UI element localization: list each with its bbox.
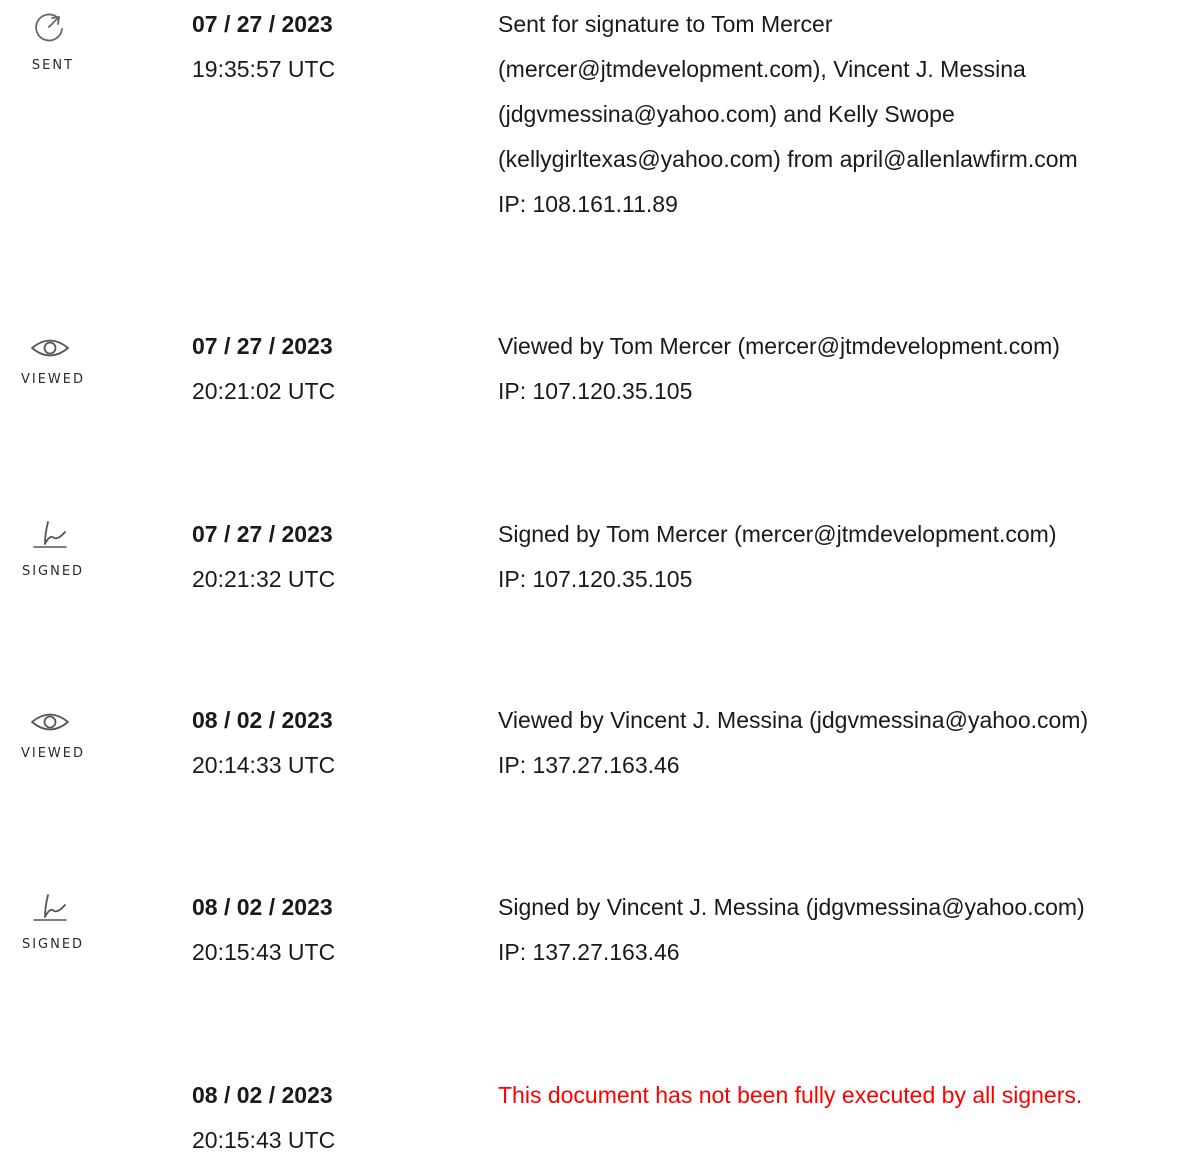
event-icon-group: SIGNED xyxy=(0,885,100,952)
send-icon xyxy=(35,13,63,42)
description-line: Signed by Tom Mercer (mercer@jtmdevelopm… xyxy=(498,521,1057,547)
ip-address: IP: 108.161.11.89 xyxy=(498,191,678,217)
event-description: Viewed by Tom Mercer (mercer@jtmdevelopm… xyxy=(498,324,1188,414)
event-datetime: 08 / 02 / 2023 20:14:33 UTC xyxy=(192,698,452,788)
event-datetime: 08 / 02 / 2023 20:15:43 UTC xyxy=(192,885,452,975)
event-label: VIEWED xyxy=(20,372,86,387)
event-date: 08 / 02 / 2023 xyxy=(192,894,333,920)
event-description: Viewed by Vincent J. Messina (jdgvmessin… xyxy=(498,698,1188,788)
event-time: 20:15:43 UTC xyxy=(192,939,336,965)
event-time: 19:35:57 UTC xyxy=(192,56,336,82)
eye-icon xyxy=(31,339,69,357)
event-datetime: 07 / 27 / 2023 19:35:57 UTC xyxy=(192,2,452,92)
event-datetime: 07 / 27 / 2023 20:21:02 UTC xyxy=(192,324,452,414)
event-label: VIEWED xyxy=(20,746,86,761)
event-label: SIGNED xyxy=(21,564,85,579)
signature-icon xyxy=(33,894,67,921)
event-date: 08 / 02 / 2023 xyxy=(192,707,333,733)
eye-icon xyxy=(31,713,69,731)
event-description: Signed by Vincent J. Messina (jdgvmessin… xyxy=(498,885,1188,975)
event-datetime: 07 / 27 / 2023 20:21:32 UTC xyxy=(192,512,452,602)
description-line: Signed by Vincent J. Messina (jdgvmessin… xyxy=(498,894,1085,920)
event-time: 20:21:32 UTC xyxy=(192,566,336,592)
event-description: This document has not been fully execute… xyxy=(498,1073,1188,1118)
description-line: Sent for signature to Tom Mercer xyxy=(498,11,833,37)
event-date: 07 / 27 / 2023 xyxy=(192,11,333,37)
description-line: Viewed by Tom Mercer (mercer@jtmdevelopm… xyxy=(498,333,1060,359)
event-time: 20:14:33 UTC xyxy=(192,752,336,778)
event-label: SIGNED xyxy=(21,937,85,952)
description-line: (mercer@jtmdevelopment.com), Vincent J. … xyxy=(498,56,1026,82)
event-icon-group: SIGNED xyxy=(0,512,100,579)
ip-address: IP: 137.27.163.46 xyxy=(498,939,680,965)
ip-address: IP: 107.120.35.105 xyxy=(498,566,693,592)
event-time: 20:21:02 UTC xyxy=(192,378,336,404)
event-icon-group: VIEWED xyxy=(0,698,100,761)
event-time: 20:15:43 UTC xyxy=(192,1127,336,1153)
event-label: SENT xyxy=(31,58,75,73)
description-line: (jdgvmessina@yahoo.com) and Kelly Swope xyxy=(498,101,955,127)
description-line: Viewed by Vincent J. Messina (jdgvmessin… xyxy=(498,707,1089,733)
event-icon-group: SENT xyxy=(0,2,100,73)
event-icon-group: VIEWED xyxy=(0,324,100,387)
event-description: Sent for signature to Tom Mercer (mercer… xyxy=(498,2,1188,227)
event-datetime: 08 / 02 / 2023 20:15:43 UTC xyxy=(192,1073,452,1163)
event-description: Signed by Tom Mercer (mercer@jtmdevelopm… xyxy=(498,512,1188,602)
signature-icon xyxy=(33,521,67,548)
description-line: (kellygirltexas@yahoo.com) from april@al… xyxy=(498,146,1078,172)
ip-address: IP: 137.27.163.46 xyxy=(498,752,680,778)
event-date: 07 / 27 / 2023 xyxy=(192,521,333,547)
event-date: 07 / 27 / 2023 xyxy=(192,333,333,359)
ip-address: IP: 107.120.35.105 xyxy=(498,378,693,404)
incomplete-warning: This document has not been fully execute… xyxy=(498,1082,1083,1108)
event-date: 08 / 02 / 2023 xyxy=(192,1082,333,1108)
